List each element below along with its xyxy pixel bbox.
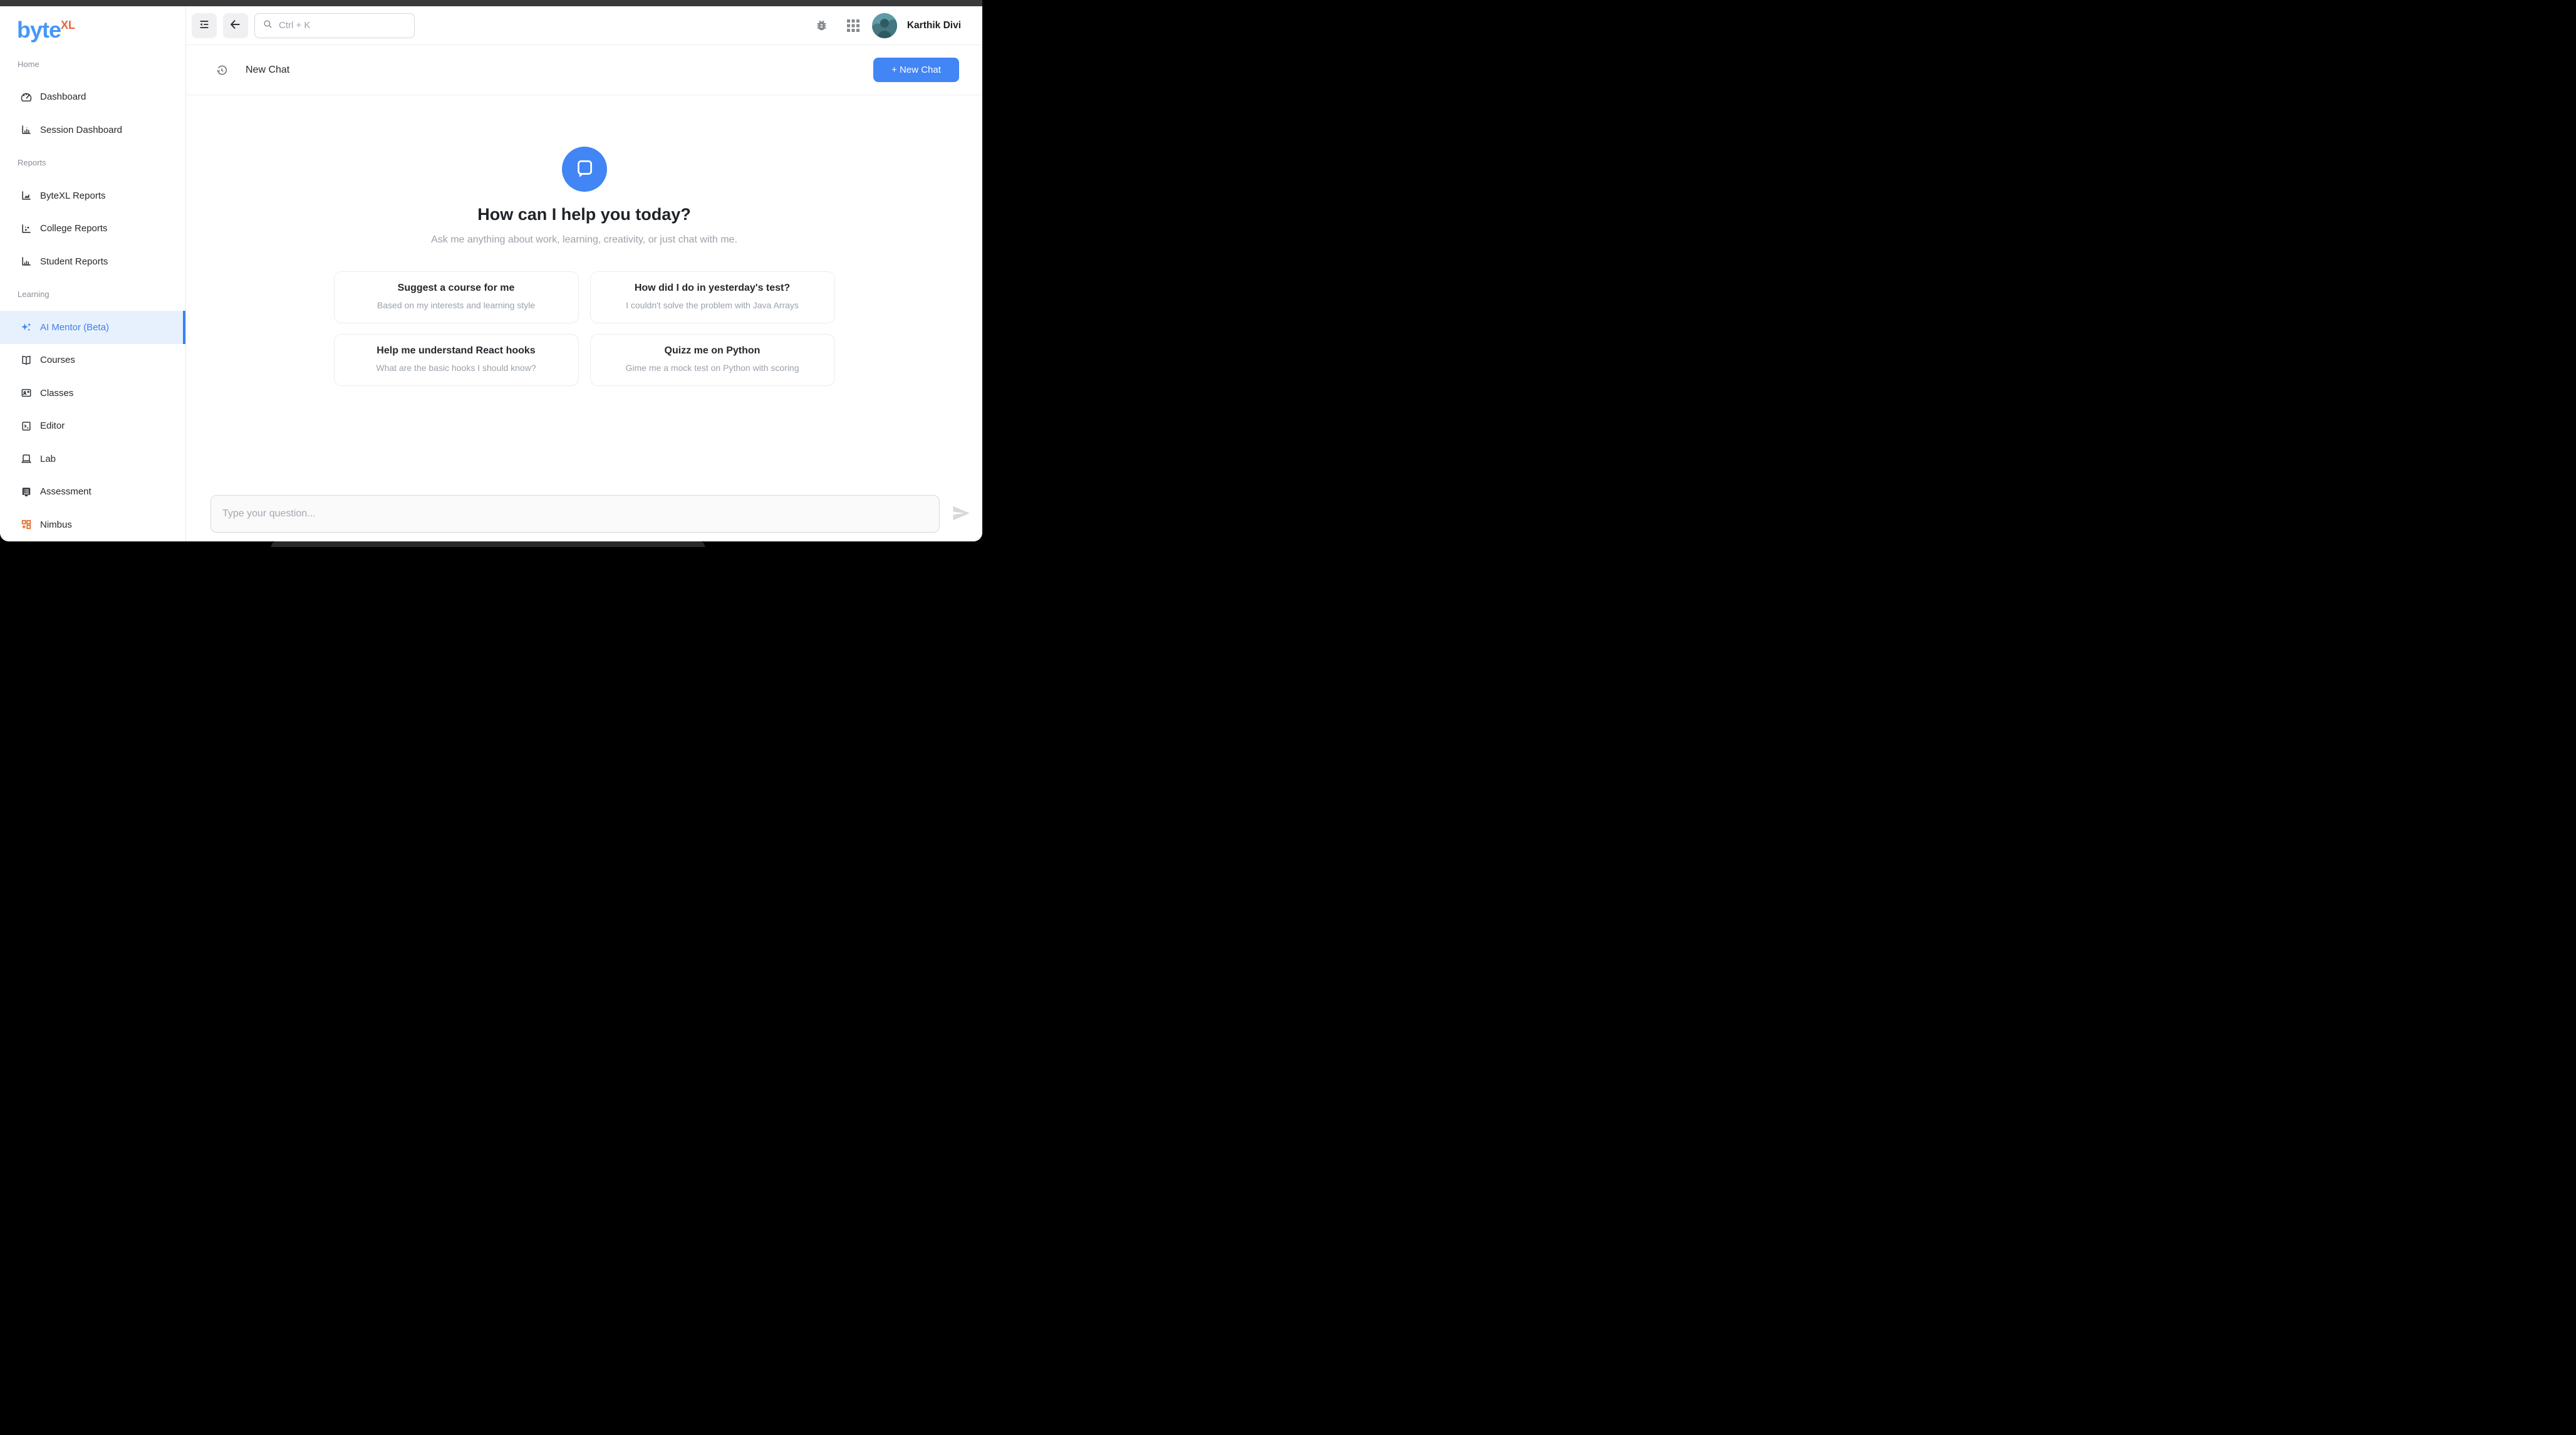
sidebar-item-bytexl-reports[interactable]: ByteXL Reports (0, 179, 185, 212)
card-subtitle: I couldn't solve the problem with Java A… (591, 300, 834, 310)
sidebar-item-college-reports[interactable]: College Reports (0, 212, 185, 246)
sidebar: byteXL Home Dashboard (0, 6, 186, 541)
sidebar-item-session-dashboard[interactable]: Session Dashboard (0, 113, 185, 147)
card-title: How did I do in yesterday's test? (591, 283, 834, 294)
column-chart-icon (20, 255, 33, 268)
sidebar-item-assessment[interactable]: Assessment (0, 476, 185, 509)
app-window: byteXL Home Dashboard (0, 6, 982, 541)
apps-grid-icon[interactable] (847, 19, 860, 32)
section-label-learning: Learning (0, 278, 185, 311)
logo-text: byte (17, 17, 61, 43)
sidebar-collapse-button[interactable] (192, 13, 217, 38)
main-area: Karthik Divi New Chat + New Chat (186, 6, 982, 541)
area-chart-icon (20, 189, 33, 202)
screen-top-strip (0, 0, 982, 6)
hero: How can I help you today? Ask me anythin… (186, 147, 982, 246)
section-label-home: Home (0, 48, 185, 81)
bug-report-icon[interactable] (815, 19, 828, 32)
sidebar-item-courses[interactable]: Courses (0, 344, 185, 377)
topbar: Karthik Divi (186, 6, 982, 45)
open-book-icon (20, 354, 33, 367)
scatter-chart-icon (20, 222, 33, 235)
user-name[interactable]: Karthik Divi (907, 20, 961, 31)
chat-header: New Chat + New Chat (186, 45, 982, 95)
sidebar-item-label: Dashboard (40, 91, 86, 102)
terminal-icon (20, 420, 33, 432)
sidebar-item-label: ByteXL Reports (40, 190, 106, 201)
sidebar-item-nimbus[interactable]: Nimbus (0, 508, 185, 541)
sidebar-item-label: Nimbus (40, 519, 72, 530)
card-title: Quizz me on Python (591, 345, 834, 357)
bar-chart-icon (20, 123, 33, 136)
avatar[interactable] (872, 13, 897, 38)
arrow-left-icon (229, 18, 242, 33)
id-card-icon (20, 387, 33, 399)
sparkles-icon (20, 321, 33, 333)
composer (186, 495, 982, 541)
suggestion-card-python-quiz[interactable]: Quizz me on Python Gime me a mock test o… (590, 334, 835, 386)
suggestion-card-react-hooks[interactable]: Help me understand React hooks What are … (334, 334, 579, 386)
sidebar-item-student-reports[interactable]: Student Reports (0, 245, 185, 278)
hero-subtitle: Ask me anything about work, learning, cr… (186, 234, 982, 246)
sidebar-item-label: Lab (40, 454, 56, 464)
history-icon[interactable] (216, 64, 228, 76)
sidebar-item-classes[interactable]: Classes (0, 377, 185, 410)
send-button[interactable] (940, 495, 982, 533)
new-chat-button[interactable]: + New Chat (873, 58, 959, 82)
quiz-screen-icon (20, 486, 33, 498)
speedometer-icon (20, 91, 33, 103)
chat-content: How can I help you today? Ask me anythin… (186, 95, 982, 495)
suggestion-card-test-result[interactable]: How did I do in yesterday's test? I coul… (590, 271, 835, 323)
sidebar-item-label: Courses (40, 355, 75, 365)
sidebar-nav: Home Dashboard (0, 48, 185, 541)
suggestion-card-course[interactable]: Suggest a course for me Based on my inte… (334, 271, 579, 323)
sidebar-item-label: Student Reports (40, 256, 108, 267)
card-subtitle: Based on my interests and learning style (335, 300, 578, 310)
sidebar-item-label: Editor (40, 420, 65, 431)
question-input[interactable] (210, 495, 940, 533)
sidebar-item-ai-mentor[interactable]: AI Mentor (Beta) (0, 311, 185, 344)
sidebar-item-dashboard[interactable]: Dashboard (0, 81, 185, 114)
sidebar-item-label: Classes (40, 388, 73, 399)
card-subtitle: What are the basic hooks I should know? (335, 363, 578, 373)
dock-bar (271, 541, 705, 547)
search-icon (262, 19, 273, 33)
sidebar-item-label: Assessment (40, 486, 91, 497)
chat-title: New Chat (246, 65, 289, 76)
paper-plane-icon (952, 504, 970, 524)
sidebar-item-label: Session Dashboard (40, 125, 122, 135)
laptop-icon (20, 452, 33, 465)
card-subtitle: Gime me a mock test on Python with scori… (591, 363, 834, 373)
sidebar-item-label: College Reports (40, 223, 108, 234)
section-label-reports: Reports (0, 147, 185, 180)
hero-title: How can I help you today? (186, 205, 982, 224)
sidebar-item-editor[interactable]: Editor (0, 410, 185, 443)
logo-suffix: XL (61, 19, 75, 31)
menu-open-icon (197, 18, 211, 33)
card-title: Suggest a course for me (335, 283, 578, 294)
global-search[interactable] (254, 13, 415, 38)
bytexl-logo: byteXL (17, 19, 75, 41)
dashboard-customize-icon (20, 518, 33, 531)
search-input[interactable] (279, 20, 407, 31)
card-title: Help me understand React hooks (335, 345, 578, 357)
sidebar-item-lab[interactable]: Lab (0, 442, 185, 476)
sidebar-item-label: AI Mentor (Beta) (40, 322, 109, 333)
back-button[interactable] (223, 13, 248, 38)
active-indicator-bar (183, 311, 185, 344)
suggestion-cards: Suggest a course for me Based on my inte… (334, 271, 835, 386)
chat-bubble-icon (562, 147, 607, 192)
